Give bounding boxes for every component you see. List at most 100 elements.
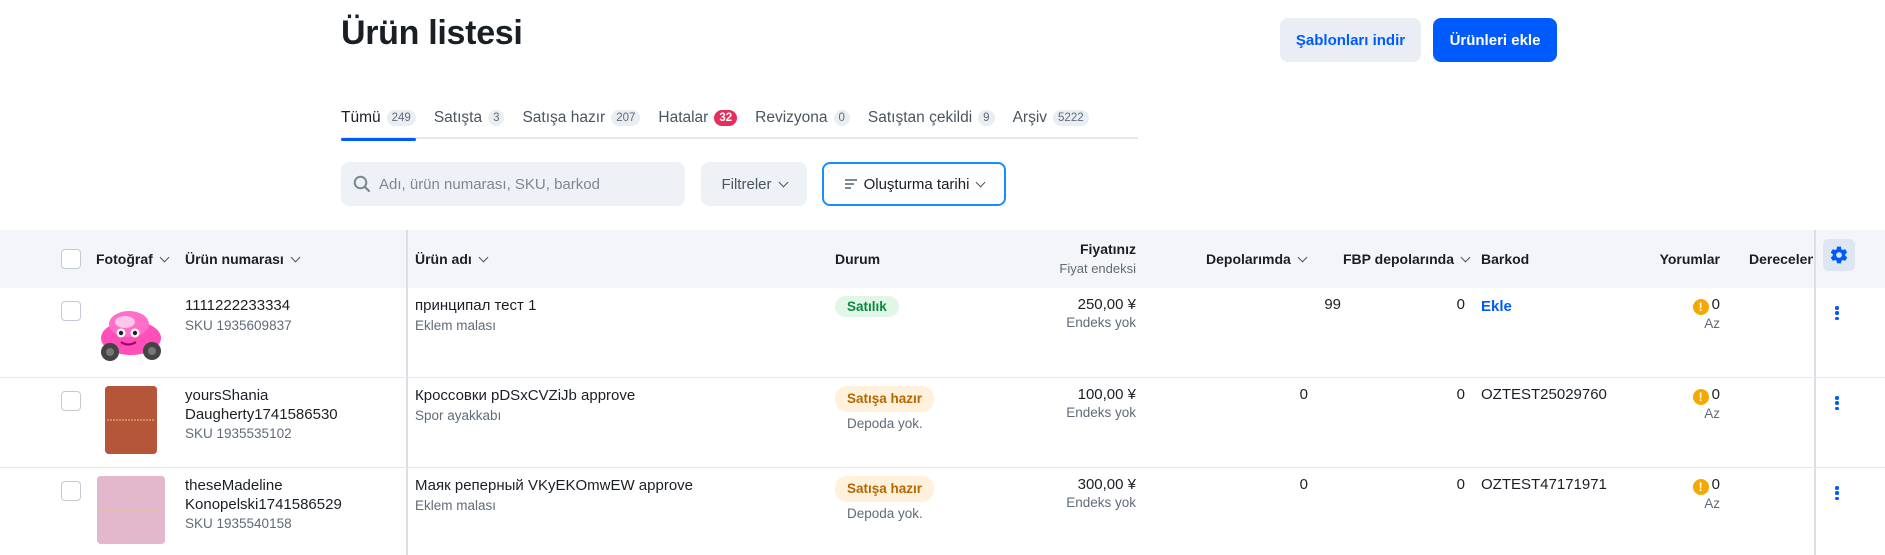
- column-product-name[interactable]: Ürün adı: [415, 230, 489, 288]
- price-cell: 300,00 ¥ Endeks yok: [1066, 476, 1136, 512]
- chevron-down-icon: [975, 177, 986, 187]
- table-settings-button[interactable]: [1823, 239, 1855, 271]
- search-box: [341, 162, 685, 206]
- warehouse-stock[interactable]: 99: [1324, 296, 1341, 313]
- status-badge: Satışa hazır: [835, 476, 935, 502]
- column-reviews: Yorumlar: [1660, 230, 1720, 288]
- column-label: Fiyatınız: [1079, 241, 1136, 257]
- column-barcode: Barkod: [1481, 230, 1529, 288]
- tab-withdrawn[interactable]: Satıştan çekildi 9: [868, 96, 1013, 139]
- chevron-down-icon: [290, 252, 301, 262]
- product-number-cell: theseMadeline Konopelski1741586529 SKU 1…: [185, 476, 342, 533]
- sort-button[interactable]: Oluşturma tarihi: [822, 162, 1006, 206]
- sort-label: Oluşturma tarihi: [863, 175, 970, 193]
- reviews-cell[interactable]: ! 0 Az: [1692, 386, 1720, 423]
- warehouse-stock[interactable]: 0: [1300, 476, 1308, 493]
- table-header: Fotoğraf Ürün numarası Ürün adı Durum Fi…: [0, 230, 1885, 288]
- status-note: Depoda yok.: [847, 506, 923, 521]
- product-number[interactable]: theseMadeline: [185, 476, 342, 495]
- warning-icon: !: [1692, 479, 1709, 495]
- more-actions-icon[interactable]: [1835, 486, 1839, 500]
- table-row[interactable]: 1111222233334 SKU 1935609837 принципал т…: [0, 288, 1885, 378]
- status-cell: Satışa hazır Depoda yok.: [835, 476, 935, 524]
- price-value[interactable]: 300,00 ¥: [1066, 476, 1136, 494]
- barcode-value: OZTEST25029760: [1481, 386, 1607, 403]
- product-number[interactable]: Konopelski1741586529: [185, 495, 342, 514]
- table-row[interactable]: theseMadeline Konopelski1741586529 SKU 1…: [0, 468, 1885, 555]
- row-checkbox[interactable]: [61, 481, 81, 501]
- tab-label: Hatalar: [658, 108, 709, 126]
- product-thumbnail[interactable]: [105, 386, 157, 454]
- chevron-down-icon: [778, 177, 788, 187]
- filters-button[interactable]: Filtreler: [701, 162, 807, 206]
- add-barcode-link[interactable]: Ekle: [1481, 298, 1512, 315]
- price-index: Endeks yok: [1066, 405, 1136, 420]
- tab-ready-for-sale[interactable]: Satışa hazır 207: [522, 96, 658, 139]
- status-note: Depoda yok.: [847, 416, 923, 431]
- select-all-checkbox[interactable]: [61, 249, 81, 269]
- product-sku: SKU 1935535102: [185, 426, 292, 441]
- reviews-count: 0: [1711, 386, 1720, 403]
- product-number[interactable]: Daugherty1741586530: [185, 405, 338, 424]
- column-fbp-warehouses[interactable]: FBP depolarında: [1343, 230, 1471, 288]
- tab-revision[interactable]: Revizyona 0: [755, 96, 868, 139]
- price-cell: 250,00 ¥ Endeks yok: [1066, 296, 1136, 332]
- tab-label: Tümü: [341, 108, 381, 126]
- download-templates-button[interactable]: Şablonları indir: [1280, 18, 1421, 62]
- column-price: Fiyatınız Fiyat endeksi: [1059, 230, 1136, 288]
- warehouse-stock[interactable]: 0: [1300, 386, 1308, 403]
- tab-count-badge: 9: [978, 109, 995, 126]
- column-photo[interactable]: Fotoğraf: [96, 230, 170, 288]
- barcode-value: OZTEST47171971: [1481, 476, 1607, 493]
- warning-icon: !: [1692, 389, 1709, 405]
- product-number-cell: yoursShania Daugherty1741586530 SKU 1935…: [185, 386, 338, 443]
- tab-all[interactable]: Tümü 249: [341, 96, 434, 141]
- search-icon: [353, 175, 371, 193]
- tab-label: Satışta: [433, 108, 483, 126]
- column-warehouses[interactable]: Depolarımda: [1206, 230, 1308, 288]
- reviews-cell[interactable]: ! 0 Az: [1692, 296, 1720, 333]
- column-product-number[interactable]: Ürün numarası: [185, 230, 301, 288]
- product-name-cell: Маяк реперный VKyEKOmwEW approve Eklem m…: [415, 476, 693, 516]
- reviews-count: 0: [1711, 476, 1720, 493]
- tab-on-sale[interactable]: Satışta 3: [434, 96, 523, 139]
- product-name[interactable]: Кроссовки pDSxCVZiJb approve: [415, 386, 635, 406]
- product-image: [97, 476, 165, 544]
- product-name[interactable]: Маяк реперный VKyEKOmwEW approve: [415, 476, 693, 496]
- chevron-down-icon: [1297, 252, 1308, 262]
- product-name[interactable]: принципал тест 1: [415, 296, 536, 316]
- tab-errors[interactable]: Hatalar 32: [658, 96, 755, 139]
- more-actions-icon[interactable]: [1835, 306, 1839, 320]
- table-row[interactable]: yoursShania Daugherty1741586530 SKU 1935…: [0, 378, 1885, 468]
- product-number[interactable]: 1111222233334: [185, 296, 292, 316]
- add-products-button[interactable]: Ürünleri ekle: [1433, 18, 1557, 62]
- product-number[interactable]: yoursShania: [185, 386, 338, 405]
- product-thumbnail[interactable]: [95, 300, 167, 368]
- row-checkbox[interactable]: [61, 391, 81, 411]
- chevron-down-icon: [159, 252, 170, 262]
- search-input[interactable]: [379, 175, 669, 193]
- status-tabs: Tümü 249 Satışta 3 Satışa hazır 207 Hata…: [341, 96, 1138, 141]
- product-sku: SKU 1935540158: [185, 516, 292, 531]
- product-category: Eklem malası: [415, 318, 497, 333]
- tab-count-badge: 207: [611, 109, 641, 126]
- sort-icon: [844, 179, 857, 189]
- page-title: Ürün listesi: [341, 14, 523, 52]
- price-index: Endeks yok: [1066, 495, 1136, 510]
- tab-count-badge: 0: [833, 109, 850, 126]
- column-label: Ürün adı: [415, 251, 472, 267]
- tab-archive[interactable]: Arşiv 5222: [1013, 96, 1089, 139]
- price-value[interactable]: 100,00 ¥: [1066, 386, 1136, 404]
- tab-count-badge: 32: [714, 109, 738, 126]
- reviews-cell[interactable]: ! 0 Az: [1692, 476, 1720, 513]
- row-checkbox[interactable]: [61, 301, 81, 321]
- product-thumbnail[interactable]: [97, 476, 165, 544]
- more-actions-icon[interactable]: [1835, 396, 1839, 410]
- column-label: Barkod: [1481, 251, 1530, 267]
- price-cell: 100,00 ¥ Endeks yok: [1066, 386, 1136, 422]
- reviews-count: 0: [1711, 296, 1720, 313]
- status-badge: Satılık: [835, 296, 899, 317]
- reviews-note: Az: [1704, 496, 1720, 511]
- column-label: Fotoğraf: [96, 251, 153, 267]
- price-value[interactable]: 250,00 ¥: [1066, 296, 1136, 314]
